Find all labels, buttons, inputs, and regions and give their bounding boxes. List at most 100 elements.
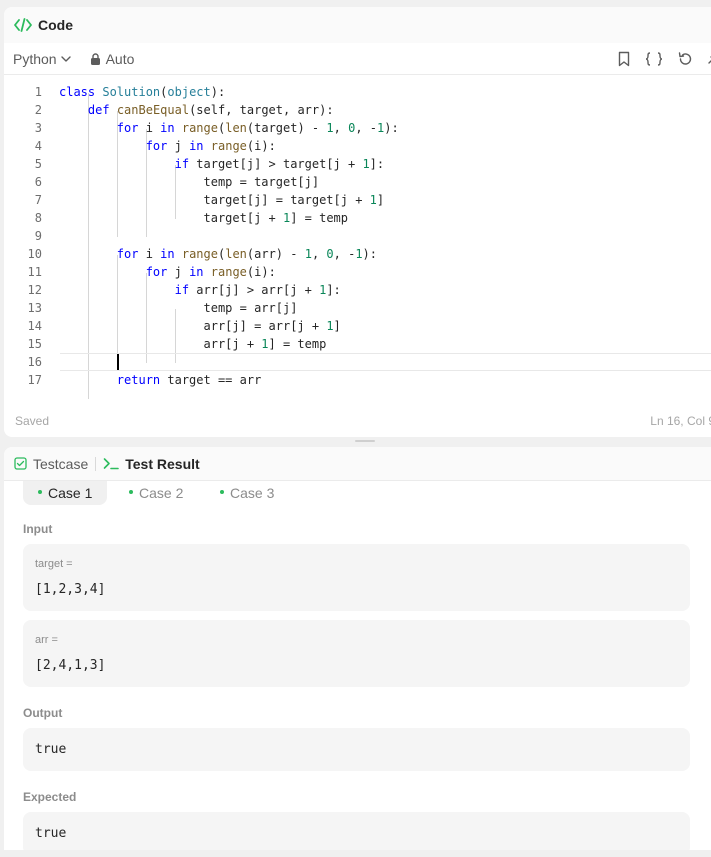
tab-testcase[interactable]: Testcase — [14, 456, 88, 472]
output-value: true — [35, 742, 67, 757]
tab-test-result-label: Test Result — [125, 455, 200, 472]
code-line: 6 temp = target[j] — [4, 173, 711, 191]
chevron-down-icon — [60, 55, 71, 62]
code-text: temp = target[j] — [59, 175, 320, 189]
line-number: 3 — [34, 121, 42, 135]
expected-heading: Expected — [23, 790, 77, 804]
code-line: 11 for j in range(i): — [4, 263, 711, 281]
code-text: if arr[j] > arr[j + 1]: — [174, 283, 341, 297]
case-tab-label: Case 3 — [230, 485, 275, 501]
code-line: 10 for i in range(len(arr) - 1, 0, -1): — [4, 245, 711, 263]
code-line: 12 if arr[j] > arr[j + 1]: — [4, 281, 711, 299]
code-panel-title: Code — [38, 17, 73, 33]
input-heading: Input — [23, 522, 53, 536]
terminal-icon — [103, 458, 120, 470]
code-text: target[j] = target[j + 1] — [59, 193, 385, 207]
line-number: 6 — [34, 175, 42, 189]
code-line: 13 temp = arr[j] — [4, 299, 711, 317]
pass-dot-icon — [38, 490, 42, 495]
line-number: 14 — [27, 319, 42, 333]
expected-box: true — [23, 812, 690, 850]
code-text: class Solution(object): — [59, 85, 226, 99]
input-arr-label: arr = — [35, 634, 58, 646]
language-selector[interactable]: Python — [13, 51, 72, 67]
code-line: 17 return target == arr — [4, 371, 711, 389]
auto-mode-toggle[interactable]: Auto — [90, 50, 135, 67]
code-line: 8 target[j + 1] = temp — [4, 209, 711, 227]
line-number: 15 — [27, 337, 42, 351]
code-text: for i in range(len(target) - 1, 0, -1): — [116, 121, 399, 135]
code-text: for i in range(len(arr) - 1, 0, -1): — [116, 247, 377, 261]
line-number: 1 — [34, 85, 42, 99]
line-number: 9 — [34, 229, 42, 243]
code-text: temp = arr[j] — [59, 301, 298, 315]
panel-resize-handle[interactable] — [355, 440, 375, 442]
text-caret — [116, 354, 119, 370]
tab-divider — [95, 456, 97, 471]
code-text: target[j + 1] = temp — [59, 211, 348, 225]
case-tab-2[interactable]: Case 2 — [114, 481, 198, 505]
input-target-box: target = [1,2,3,4] — [23, 544, 690, 611]
case-tabs: Case 1 Case 2 Case 3 — [4, 481, 711, 505]
code-icon — [14, 18, 32, 32]
case-tab-1[interactable]: Case 1 — [23, 481, 108, 505]
code-line: 15 arr[j + 1] = temp — [4, 335, 711, 353]
code-text: arr[j + 1] = temp — [59, 337, 327, 351]
code-line: 14 arr[j] = arr[j + 1] — [4, 317, 711, 335]
code-text: def canBeEqual(self, target, arr): — [87, 103, 334, 117]
code-line: 16 — [4, 353, 711, 371]
output-box: true — [23, 728, 690, 771]
case-tab-label: Case 2 — [139, 485, 184, 501]
input-target-label: target = — [35, 558, 73, 570]
code-line: 7 target[j] = target[j + 1] — [4, 191, 711, 209]
code-text: for j in range(i): — [145, 265, 276, 279]
code-line: 1 class Solution(object): — [4, 83, 711, 101]
code-text: if target[j] > target[j + 1]: — [174, 157, 385, 171]
code-text: for j in range(i): — [145, 139, 276, 153]
mode-label: Auto — [105, 50, 135, 67]
input-arr-value: [2,4,1,3] — [35, 658, 106, 673]
line-number: 10 — [27, 247, 42, 261]
code-text: return target == arr — [116, 373, 262, 387]
code-text: arr[j] = arr[j + 1] — [59, 319, 341, 333]
code-panel-header: Code — [4, 7, 711, 43]
code-line: 2 def canBeEqual(self, target, arr): — [4, 101, 711, 119]
editor-footer: Saved Ln 16, Col 9 — [4, 405, 711, 437]
pass-dot-icon — [220, 490, 224, 495]
bookmark-icon[interactable] — [617, 51, 631, 67]
editor-toolbar: Python Auto — [4, 43, 711, 75]
expand-icon[interactable] — [707, 52, 711, 66]
language-label: Python — [13, 50, 57, 67]
code-panel: Code Python Auto 1 class Solution(object… — [4, 7, 711, 437]
save-status: Saved — [15, 414, 50, 428]
editor-actions — [617, 43, 711, 75]
case-tab-label: Case 1 — [48, 485, 93, 501]
line-number: 17 — [27, 373, 42, 387]
line-number: 11 — [27, 265, 42, 279]
code-line: 3 for i in range(len(target) - 1, 0, -1)… — [4, 119, 711, 137]
result-tabs: Testcase Test Result — [4, 447, 711, 481]
line-number: 16 — [27, 355, 42, 369]
tab-testcase-label: Testcase — [33, 455, 89, 472]
code-line: 5 if target[j] > target[j + 1]: — [4, 155, 711, 173]
code-line: 4 for j in range(i): — [4, 137, 711, 155]
input-arr-box: arr = [2,4,1,3] — [23, 620, 690, 687]
line-number: 12 — [27, 283, 42, 297]
output-heading: Output — [23, 706, 63, 720]
line-number: 8 — [34, 211, 42, 225]
undo-icon[interactable] — [677, 51, 693, 67]
line-number: 13 — [27, 301, 42, 315]
line-number: 7 — [34, 193, 42, 207]
cursor-position: Ln 16, Col 9 — [650, 414, 711, 428]
code-line: 9 — [4, 227, 711, 245]
input-target-value: [1,2,3,4] — [35, 582, 106, 597]
braces-icon[interactable] — [645, 52, 663, 66]
code-editor[interactable]: 1 class Solution(object): 2 def canBeEqual… — [4, 75, 711, 405]
pass-dot-icon — [129, 490, 133, 495]
line-number: 4 — [34, 139, 42, 153]
tab-test-result[interactable]: Test Result — [103, 455, 200, 472]
checkbox-icon — [14, 457, 27, 470]
case-tab-3[interactable]: Case 3 — [205, 481, 289, 505]
result-panel: Testcase Test Result Case 1 Case 2 Case … — [4, 447, 711, 850]
